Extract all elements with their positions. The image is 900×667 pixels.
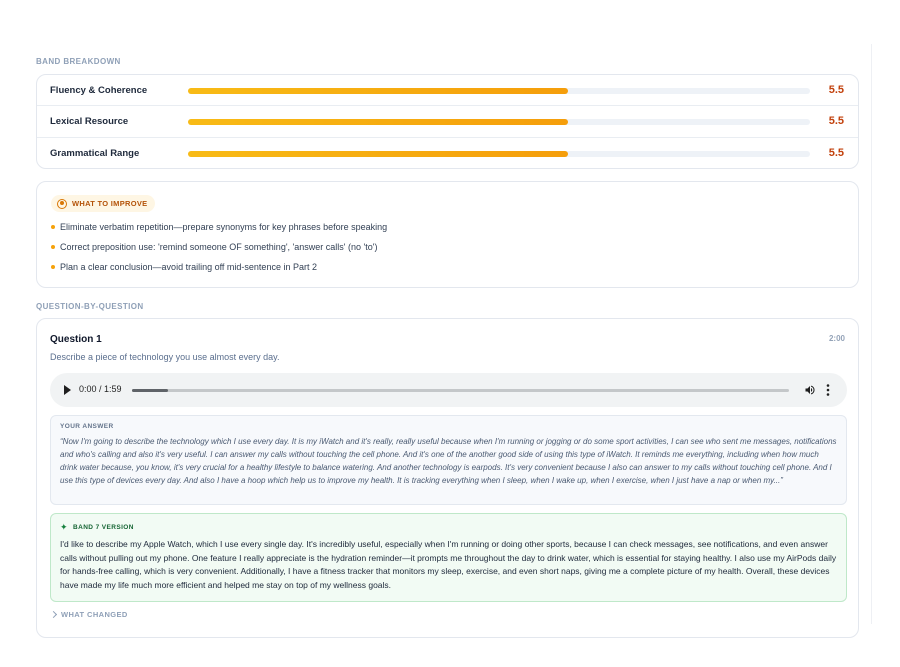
band-breakdown-label: BAND BREAKDOWN (36, 57, 121, 66)
your-answer-label: YOUR ANSWER (60, 423, 114, 430)
band7-version-text: I'd like to describe my Apple Watch, whi… (60, 539, 837, 590)
band-score-bar (188, 88, 810, 94)
question-by-question-label: QUESTION-BY-QUESTION (36, 302, 144, 311)
more-options-icon[interactable] (826, 384, 830, 396)
band-score-bar (188, 119, 810, 126)
improve-item: Plan a clear conclusion—avoid trailing o… (51, 261, 387, 281)
band7-version-label: BAND 7 VERSION (73, 524, 134, 531)
audio-player: 0:00 / 1:59 (50, 373, 847, 407)
band-criterion-name: Fluency & Coherence (50, 85, 148, 96)
band-row: Lexical Resource 5.5 (37, 106, 858, 138)
content-divider (871, 44, 872, 624)
band-score-bar-fill (188, 150, 569, 157)
question-duration: 2:00 (828, 334, 845, 343)
band-row: Fluency & Coherence 5.5 (37, 75, 858, 107)
chevron-right-icon (49, 610, 58, 619)
audio-seek-bar[interactable] (132, 389, 789, 392)
band-score-value: 5.5 (828, 115, 844, 128)
play-icon[interactable] (64, 385, 71, 395)
band-score-bar-fill (188, 88, 569, 94)
band-score-bar (188, 150, 810, 157)
band7-version-box: ✦ BAND 7 VERSION I'd like to describe my… (50, 513, 847, 602)
question-card: Question 1 2:00 Describe a piece of tech… (36, 318, 859, 638)
band-criterion-name: Grammatical Range (50, 147, 140, 159)
question-title: Question 1 (50, 334, 102, 345)
volume-icon[interactable] (804, 384, 816, 396)
what-changed-toggle[interactable]: WHAT CHANGED (49, 610, 128, 619)
your-answer-box: YOUR ANSWER “Now I'm going to describe t… (50, 415, 847, 505)
band-criterion-name: Lexical Resource (50, 116, 129, 128)
audio-seek-progress (132, 389, 169, 392)
band7-version-header: ✦ BAND 7 VERSION (60, 523, 134, 532)
what-to-improve-badge: WHAT TO IMPROVE (51, 195, 156, 212)
improve-item: Correct preposition use: 'remind someone… (51, 241, 387, 261)
question-prompt: Describe a piece of technology you use a… (50, 352, 280, 362)
target-icon (57, 198, 67, 209)
what-to-improve-card: WHAT TO IMPROVE Eliminate verbatim repet… (36, 181, 859, 288)
what-changed-label: WHAT CHANGED (61, 610, 128, 619)
what-to-improve-title: WHAT TO IMPROVE (72, 199, 148, 208)
improve-list: Eliminate verbatim repetition—prepare sy… (51, 221, 387, 281)
band-score-value: 5.5 (828, 146, 844, 159)
your-answer-text: “Now I'm going to describe the technolog… (60, 437, 837, 485)
band-row: Grammatical Range 5.5 (37, 138, 858, 168)
audio-time-display: 0:00 / 1:59 (79, 384, 122, 394)
improve-item: Eliminate verbatim repetition—prepare sy… (51, 221, 387, 241)
band-score-bar-fill (188, 119, 569, 126)
band-score-value: 5.5 (828, 84, 844, 96)
sparkle-icon: ✦ (60, 522, 68, 532)
band-breakdown-card: Fluency & Coherence 5.5 Lexical Resource… (36, 74, 859, 169)
